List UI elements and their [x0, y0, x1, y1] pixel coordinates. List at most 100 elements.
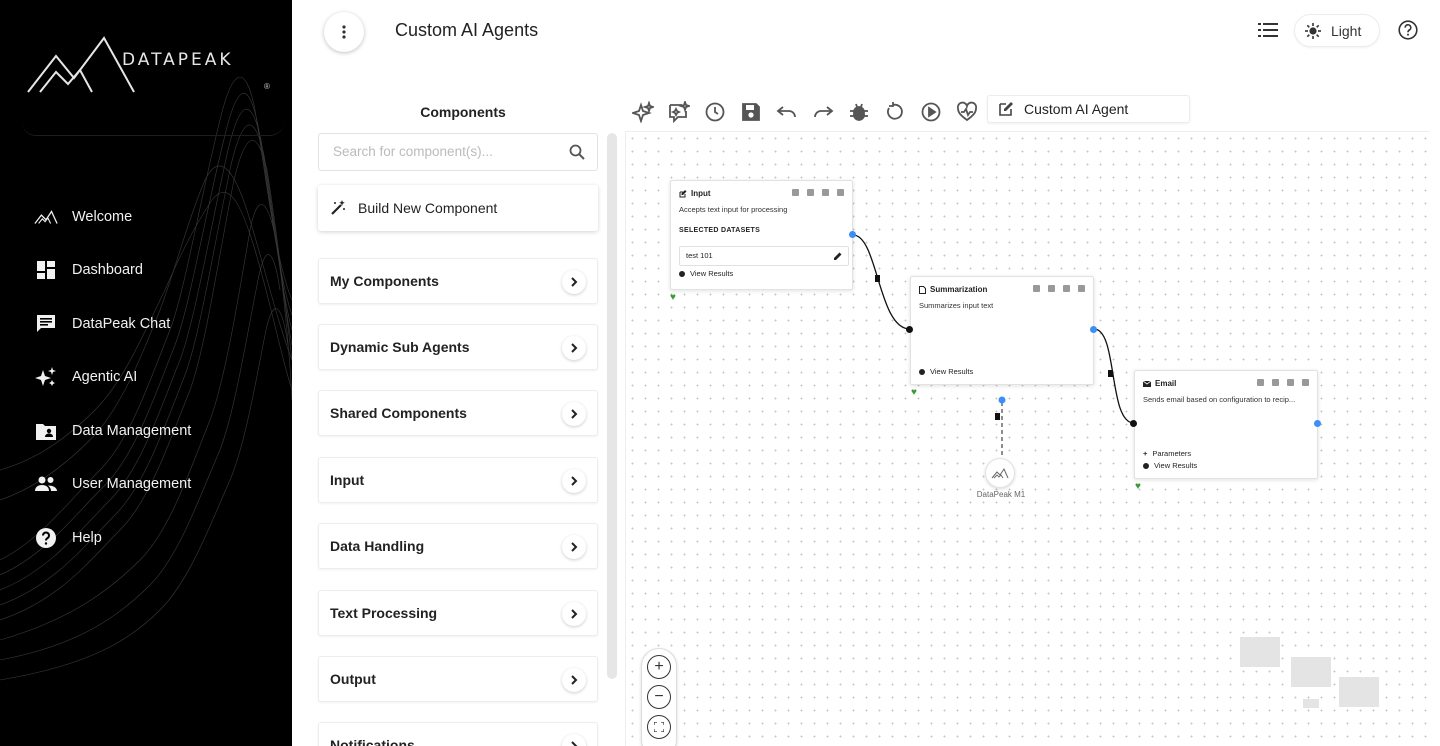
workflow-canvas[interactable]: Input Accepts text input for processing … [625, 131, 1430, 746]
fit-view-button[interactable] [647, 715, 671, 739]
mountain-icon [34, 205, 58, 229]
zoom-controls: + − [641, 648, 677, 746]
sidebar-item-dashboard[interactable]: Dashboard [34, 244, 274, 298]
chevron-right-icon[interactable] [562, 734, 586, 746]
chevron-right-icon[interactable] [562, 469, 586, 493]
pencil-icon[interactable] [833, 252, 842, 261]
health-check-button[interactable] [954, 99, 980, 125]
agent-name-text: Custom AI Agent [1024, 101, 1129, 117]
chevron-right-icon[interactable] [562, 602, 586, 626]
refresh-icon[interactable] [792, 189, 799, 196]
sidebar-item-help[interactable]: Help [34, 511, 274, 565]
category-text-processing[interactable]: Text Processing [318, 590, 598, 636]
zoom-out-button[interactable]: − [647, 685, 671, 709]
sidebar-item-user-management[interactable]: User Management [34, 458, 274, 512]
components-scrollbar[interactable] [607, 133, 617, 679]
sidebar-item-label: DataPeak Chat [72, 315, 171, 332]
ai-chat-button[interactable] [666, 99, 692, 125]
heart-icon[interactable]: ♥ [1135, 481, 1141, 492]
sidebar-item-label: Agentic AI [72, 369, 138, 386]
category-label: My Components [330, 273, 439, 289]
category-dynamic-sub-agents[interactable]: Dynamic Sub Agents [318, 324, 598, 370]
sidebar-nav: Welcome Dashboard DataPeak Chat Agentic … [34, 190, 274, 565]
help-icon [34, 526, 58, 550]
run-button[interactable] [918, 99, 944, 125]
node-description: Accepts text input for processing [679, 205, 788, 214]
sidebar-item-label: Data Management [72, 422, 192, 439]
thumbs-up-icon[interactable] [1272, 379, 1279, 386]
category-label: Input [330, 472, 365, 488]
chevron-right-icon[interactable] [562, 668, 586, 692]
plus-icon: + [1143, 449, 1148, 458]
menu-icon[interactable] [1302, 379, 1309, 386]
view-results-link[interactable]: View Results [919, 367, 973, 376]
category-shared-components[interactable]: Shared Components [318, 390, 598, 436]
minimap-node [1339, 677, 1379, 707]
output-port[interactable] [1314, 420, 1321, 427]
search-icon[interactable] [569, 144, 585, 165]
component-search-input[interactable] [333, 144, 553, 159]
canvas-toolbar [630, 99, 990, 125]
chevron-right-icon[interactable] [562, 336, 586, 360]
undo-button[interactable] [774, 99, 800, 125]
redo-button[interactable] [810, 99, 836, 125]
menu-icon[interactable] [837, 189, 844, 196]
node-actions[interactable] [784, 189, 844, 196]
heart-icon[interactable]: ♥ [670, 292, 676, 303]
heart-icon[interactable]: ♥ [911, 387, 917, 398]
parameters-link[interactable]: + Parameters [1143, 449, 1191, 458]
node-input[interactable]: Input Accepts text input for processing … [670, 180, 853, 290]
category-data-handling[interactable]: Data Handling [318, 523, 598, 569]
sidebar-item-datapeak-chat[interactable]: DataPeak Chat [34, 297, 274, 351]
menu-icon[interactable] [1078, 285, 1085, 292]
edit-icon [999, 102, 1013, 116]
chevron-right-icon[interactable] [562, 270, 586, 294]
refresh-icon[interactable] [1033, 285, 1040, 292]
sidebar-item-welcome[interactable]: Welcome [34, 190, 274, 244]
node-actions[interactable] [1025, 285, 1085, 292]
llm-model-node[interactable] [985, 458, 1015, 488]
reset-button[interactable] [882, 99, 908, 125]
help-button[interactable] [1398, 20, 1418, 40]
thumbs-down-icon[interactable] [1063, 285, 1070, 292]
node-email[interactable]: Email Sends email based on configuration… [1134, 370, 1318, 479]
input-port[interactable] [906, 326, 913, 333]
sparkle-icon [632, 101, 654, 123]
category-notifications[interactable]: Notifications [318, 722, 598, 746]
more-options-button[interactable] [324, 12, 364, 52]
thumbs-down-icon[interactable] [822, 189, 829, 196]
output-port[interactable] [1090, 326, 1097, 333]
node-description: Sends email based on configuration to re… [1143, 395, 1296, 404]
input-port[interactable] [1130, 420, 1137, 427]
theme-toggle-button[interactable]: Light [1294, 14, 1380, 47]
build-new-component-button[interactable]: Build New Component [318, 185, 598, 231]
save-button[interactable] [738, 99, 764, 125]
view-results-link[interactable]: View Results [1143, 461, 1197, 470]
thumbs-up-icon[interactable] [1048, 285, 1055, 292]
zoom-in-button[interactable]: + [647, 655, 671, 679]
sidebar-item-data-management[interactable]: Data Management [34, 404, 274, 458]
output-port[interactable] [849, 231, 856, 238]
history-button[interactable] [702, 99, 728, 125]
category-my-components[interactable]: My Components [318, 258, 598, 304]
chevron-right-icon[interactable] [562, 402, 586, 426]
magic-wand-icon [331, 200, 345, 215]
ai-generate-button[interactable] [630, 99, 656, 125]
list-view-button[interactable] [1258, 21, 1278, 41]
debug-button[interactable] [846, 99, 872, 125]
thumbs-up-icon[interactable] [807, 189, 814, 196]
refresh-icon[interactable] [1257, 379, 1264, 386]
category-input[interactable]: Input [318, 457, 598, 503]
thumbs-down-icon[interactable] [1287, 379, 1294, 386]
brand-logo[interactable]: DATAPEAK ® [22, 30, 284, 136]
chat-sparkle-icon [669, 101, 690, 123]
agent-name-field[interactable]: Custom AI Agent [987, 95, 1190, 123]
category-output[interactable]: Output [318, 656, 598, 702]
chevron-right-icon[interactable] [562, 535, 586, 559]
view-results-link[interactable]: View Results [679, 269, 733, 278]
people-icon [34, 472, 58, 496]
dataset-chip[interactable]: test 101 [679, 246, 849, 266]
node-actions[interactable] [1249, 379, 1309, 386]
sidebar-item-agentic-ai[interactable]: Agentic AI [34, 351, 274, 405]
node-summarization[interactable]: Summarization Summarizes input text View… [910, 276, 1094, 385]
